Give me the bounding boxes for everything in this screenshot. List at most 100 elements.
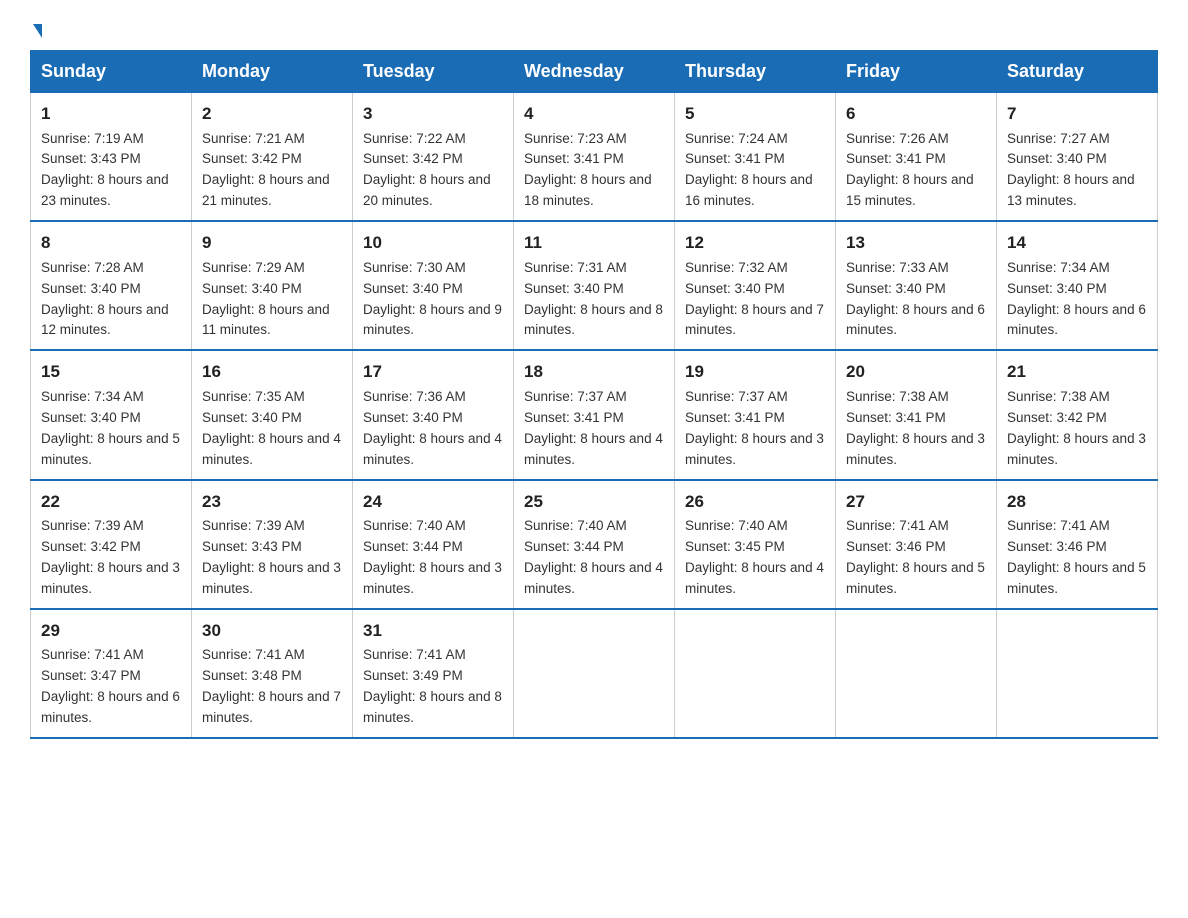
day-info: Sunrise: 7:41 AMSunset: 3:47 PMDaylight:… xyxy=(41,645,181,729)
day-number: 31 xyxy=(363,618,503,644)
day-number: 7 xyxy=(1007,101,1147,127)
day-info: Sunrise: 7:41 AMSunset: 3:48 PMDaylight:… xyxy=(202,645,342,729)
day-info: Sunrise: 7:32 AMSunset: 3:40 PMDaylight:… xyxy=(685,258,825,342)
day-number: 2 xyxy=(202,101,342,127)
calendar-cell: 22 Sunrise: 7:39 AMSunset: 3:42 PMDaylig… xyxy=(31,480,192,609)
day-info: Sunrise: 7:40 AMSunset: 3:44 PMDaylight:… xyxy=(363,516,503,600)
day-number: 27 xyxy=(846,489,986,515)
day-number: 12 xyxy=(685,230,825,256)
header-friday: Friday xyxy=(836,51,997,93)
header-wednesday: Wednesday xyxy=(514,51,675,93)
day-info: Sunrise: 7:19 AMSunset: 3:43 PMDaylight:… xyxy=(41,129,181,213)
calendar-cell: 21 Sunrise: 7:38 AMSunset: 3:42 PMDaylig… xyxy=(997,350,1158,479)
header-saturday: Saturday xyxy=(997,51,1158,93)
day-info: Sunrise: 7:40 AMSunset: 3:45 PMDaylight:… xyxy=(685,516,825,600)
header-thursday: Thursday xyxy=(675,51,836,93)
week-row-4: 22 Sunrise: 7:39 AMSunset: 3:42 PMDaylig… xyxy=(31,480,1158,609)
day-number: 3 xyxy=(363,101,503,127)
day-info: Sunrise: 7:29 AMSunset: 3:40 PMDaylight:… xyxy=(202,258,342,342)
calendar-cell: 1 Sunrise: 7:19 AMSunset: 3:43 PMDayligh… xyxy=(31,93,192,222)
week-row-2: 8 Sunrise: 7:28 AMSunset: 3:40 PMDayligh… xyxy=(31,221,1158,350)
calendar-cell: 14 Sunrise: 7:34 AMSunset: 3:40 PMDaylig… xyxy=(997,221,1158,350)
calendar-cell: 2 Sunrise: 7:21 AMSunset: 3:42 PMDayligh… xyxy=(192,93,353,222)
day-number: 6 xyxy=(846,101,986,127)
day-info: Sunrise: 7:31 AMSunset: 3:40 PMDaylight:… xyxy=(524,258,664,342)
day-info: Sunrise: 7:24 AMSunset: 3:41 PMDaylight:… xyxy=(685,129,825,213)
day-number: 16 xyxy=(202,359,342,385)
day-info: Sunrise: 7:37 AMSunset: 3:41 PMDaylight:… xyxy=(524,387,664,471)
calendar-cell: 10 Sunrise: 7:30 AMSunset: 3:40 PMDaylig… xyxy=(353,221,514,350)
day-number: 19 xyxy=(685,359,825,385)
day-info: Sunrise: 7:39 AMSunset: 3:43 PMDaylight:… xyxy=(202,516,342,600)
day-number: 26 xyxy=(685,489,825,515)
calendar-cell xyxy=(514,609,675,738)
calendar-cell: 4 Sunrise: 7:23 AMSunset: 3:41 PMDayligh… xyxy=(514,93,675,222)
day-info: Sunrise: 7:22 AMSunset: 3:42 PMDaylight:… xyxy=(363,129,503,213)
day-info: Sunrise: 7:36 AMSunset: 3:40 PMDaylight:… xyxy=(363,387,503,471)
day-number: 28 xyxy=(1007,489,1147,515)
page-header xyxy=(30,20,1158,34)
day-number: 8 xyxy=(41,230,181,256)
day-number: 21 xyxy=(1007,359,1147,385)
day-info: Sunrise: 7:26 AMSunset: 3:41 PMDaylight:… xyxy=(846,129,986,213)
day-number: 4 xyxy=(524,101,664,127)
day-info: Sunrise: 7:37 AMSunset: 3:41 PMDaylight:… xyxy=(685,387,825,471)
calendar-cell: 30 Sunrise: 7:41 AMSunset: 3:48 PMDaylig… xyxy=(192,609,353,738)
calendar-cell: 25 Sunrise: 7:40 AMSunset: 3:44 PMDaylig… xyxy=(514,480,675,609)
day-info: Sunrise: 7:27 AMSunset: 3:40 PMDaylight:… xyxy=(1007,129,1147,213)
calendar-cell: 3 Sunrise: 7:22 AMSunset: 3:42 PMDayligh… xyxy=(353,93,514,222)
day-info: Sunrise: 7:41 AMSunset: 3:46 PMDaylight:… xyxy=(1007,516,1147,600)
day-info: Sunrise: 7:30 AMSunset: 3:40 PMDaylight:… xyxy=(363,258,503,342)
day-number: 1 xyxy=(41,101,181,127)
calendar-cell: 6 Sunrise: 7:26 AMSunset: 3:41 PMDayligh… xyxy=(836,93,997,222)
calendar-cell: 20 Sunrise: 7:38 AMSunset: 3:41 PMDaylig… xyxy=(836,350,997,479)
calendar-cell: 18 Sunrise: 7:37 AMSunset: 3:41 PMDaylig… xyxy=(514,350,675,479)
calendar-cell: 13 Sunrise: 7:33 AMSunset: 3:40 PMDaylig… xyxy=(836,221,997,350)
calendar-cell: 28 Sunrise: 7:41 AMSunset: 3:46 PMDaylig… xyxy=(997,480,1158,609)
day-info: Sunrise: 7:39 AMSunset: 3:42 PMDaylight:… xyxy=(41,516,181,600)
calendar-cell: 5 Sunrise: 7:24 AMSunset: 3:41 PMDayligh… xyxy=(675,93,836,222)
day-info: Sunrise: 7:35 AMSunset: 3:40 PMDaylight:… xyxy=(202,387,342,471)
calendar-cell: 24 Sunrise: 7:40 AMSunset: 3:44 PMDaylig… xyxy=(353,480,514,609)
day-number: 18 xyxy=(524,359,664,385)
calendar-table: SundayMondayTuesdayWednesdayThursdayFrid… xyxy=(30,50,1158,739)
day-info: Sunrise: 7:33 AMSunset: 3:40 PMDaylight:… xyxy=(846,258,986,342)
logo xyxy=(30,20,42,34)
day-number: 11 xyxy=(524,230,664,256)
day-number: 30 xyxy=(202,618,342,644)
day-number: 10 xyxy=(363,230,503,256)
days-header-row: SundayMondayTuesdayWednesdayThursdayFrid… xyxy=(31,51,1158,93)
calendar-cell: 31 Sunrise: 7:41 AMSunset: 3:49 PMDaylig… xyxy=(353,609,514,738)
header-tuesday: Tuesday xyxy=(353,51,514,93)
calendar-cell: 27 Sunrise: 7:41 AMSunset: 3:46 PMDaylig… xyxy=(836,480,997,609)
calendar-cell: 12 Sunrise: 7:32 AMSunset: 3:40 PMDaylig… xyxy=(675,221,836,350)
calendar-cell: 17 Sunrise: 7:36 AMSunset: 3:40 PMDaylig… xyxy=(353,350,514,479)
day-number: 5 xyxy=(685,101,825,127)
calendar-cell: 8 Sunrise: 7:28 AMSunset: 3:40 PMDayligh… xyxy=(31,221,192,350)
day-info: Sunrise: 7:34 AMSunset: 3:40 PMDaylight:… xyxy=(41,387,181,471)
calendar-cell: 15 Sunrise: 7:34 AMSunset: 3:40 PMDaylig… xyxy=(31,350,192,479)
week-row-1: 1 Sunrise: 7:19 AMSunset: 3:43 PMDayligh… xyxy=(31,93,1158,222)
day-number: 15 xyxy=(41,359,181,385)
calendar-cell: 11 Sunrise: 7:31 AMSunset: 3:40 PMDaylig… xyxy=(514,221,675,350)
day-info: Sunrise: 7:41 AMSunset: 3:49 PMDaylight:… xyxy=(363,645,503,729)
day-number: 29 xyxy=(41,618,181,644)
day-info: Sunrise: 7:34 AMSunset: 3:40 PMDaylight:… xyxy=(1007,258,1147,342)
logo-arrow-icon xyxy=(33,24,42,38)
day-info: Sunrise: 7:38 AMSunset: 3:42 PMDaylight:… xyxy=(1007,387,1147,471)
header-sunday: Sunday xyxy=(31,51,192,93)
week-row-5: 29 Sunrise: 7:41 AMSunset: 3:47 PMDaylig… xyxy=(31,609,1158,738)
calendar-cell: 7 Sunrise: 7:27 AMSunset: 3:40 PMDayligh… xyxy=(997,93,1158,222)
day-number: 23 xyxy=(202,489,342,515)
day-number: 22 xyxy=(41,489,181,515)
day-info: Sunrise: 7:23 AMSunset: 3:41 PMDaylight:… xyxy=(524,129,664,213)
calendar-cell xyxy=(836,609,997,738)
day-info: Sunrise: 7:28 AMSunset: 3:40 PMDaylight:… xyxy=(41,258,181,342)
day-number: 20 xyxy=(846,359,986,385)
day-info: Sunrise: 7:38 AMSunset: 3:41 PMDaylight:… xyxy=(846,387,986,471)
calendar-cell: 19 Sunrise: 7:37 AMSunset: 3:41 PMDaylig… xyxy=(675,350,836,479)
week-row-3: 15 Sunrise: 7:34 AMSunset: 3:40 PMDaylig… xyxy=(31,350,1158,479)
day-number: 24 xyxy=(363,489,503,515)
calendar-cell xyxy=(675,609,836,738)
day-number: 17 xyxy=(363,359,503,385)
